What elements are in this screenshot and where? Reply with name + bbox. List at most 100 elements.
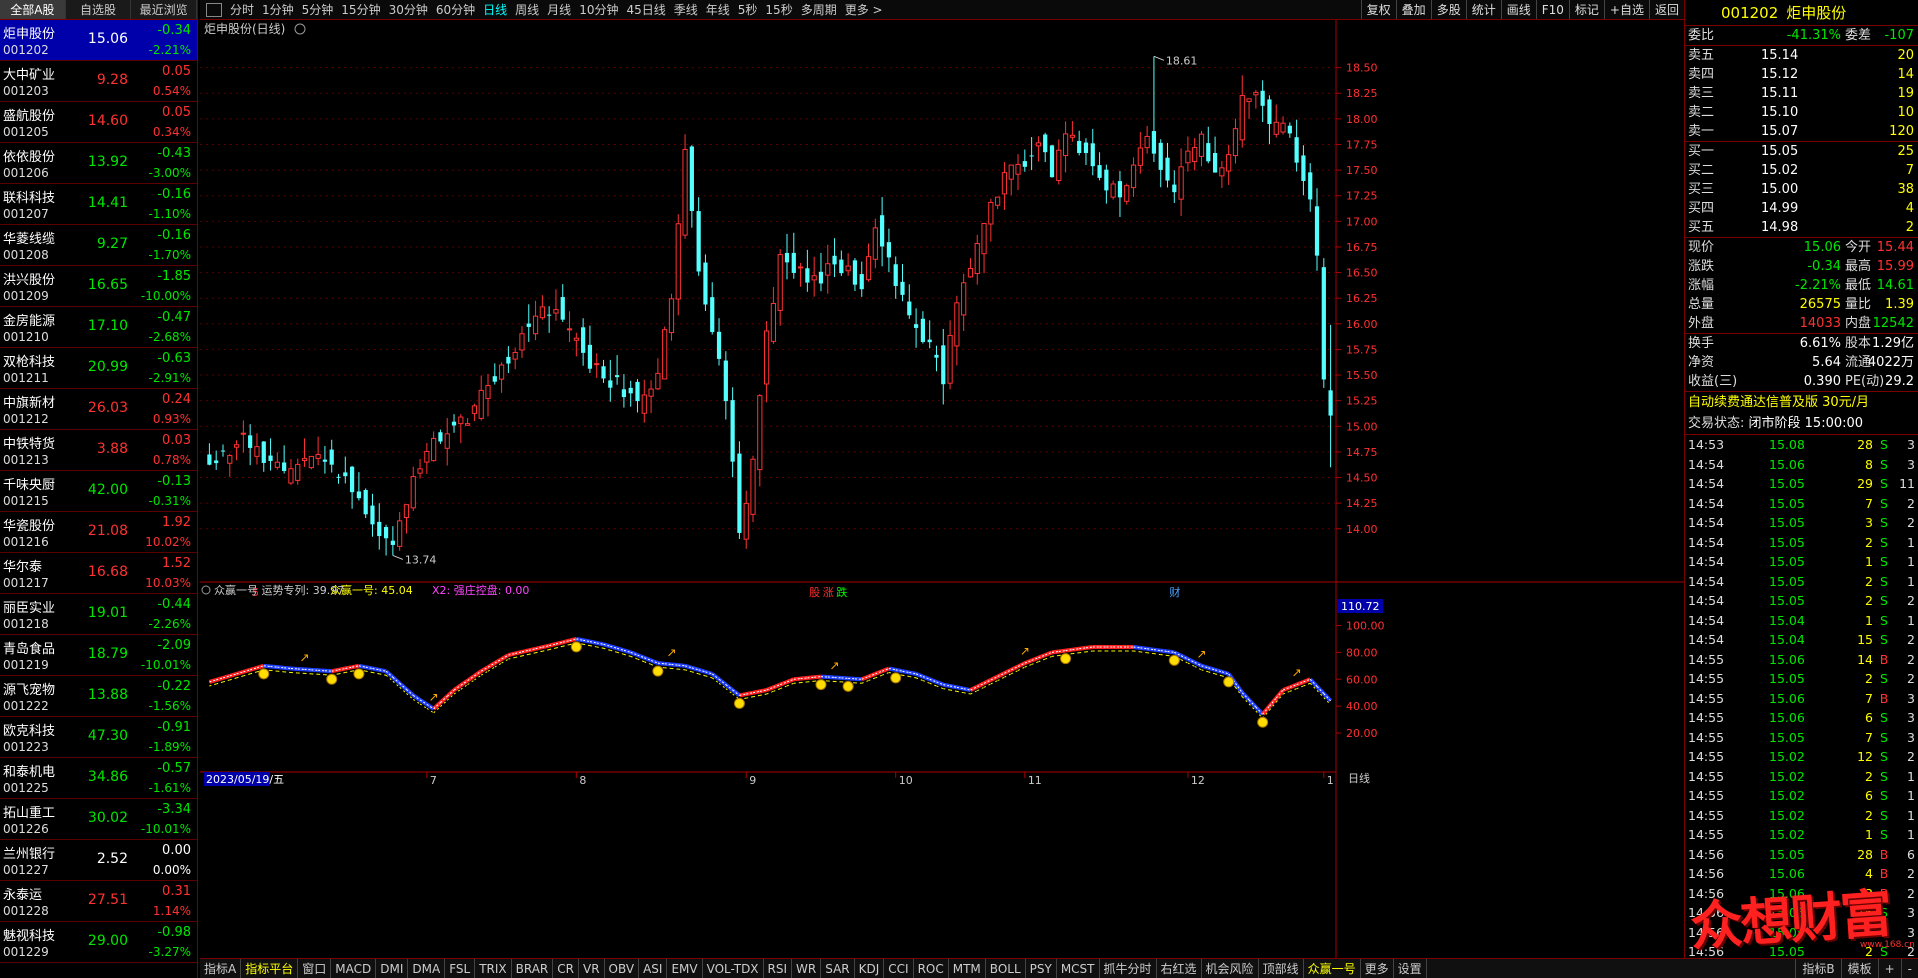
period-tab[interactable]: 更多 > [841,0,887,19]
stock-list-tab[interactable]: 全部A股 [0,0,66,19]
indicator-tab[interactable]: ASI [639,959,668,978]
tool-button[interactable]: 返回 [1648,0,1684,19]
indicator-tab[interactable]: 抓牛分时 [1100,959,1157,978]
tick-count: 1 [1907,534,1915,550]
period-tab[interactable]: 5分钟 [298,0,338,19]
indicator-tab[interactable]: DMI [376,959,409,978]
period-tab[interactable]: 45日线 [622,0,669,19]
indicator-tab[interactable]: MTM [949,959,986,978]
stock-row[interactable]: 洪兴股份 001209 16.65 -1.85 -10.00% [0,266,197,307]
stock-row[interactable]: 千味央厨 001215 42.00 -0.13 -0.31% [0,471,197,512]
stock-list-tab[interactable]: 最近浏览 [131,0,197,19]
indicator-tab[interactable]: FSL [445,959,476,978]
indicator-right-tab[interactable]: 模板 [1840,959,1878,978]
indicator-tab[interactable]: 更多 [1361,959,1394,978]
period-tab[interactable]: 分时 [226,0,258,19]
indicator-tab[interactable]: VR [579,959,605,978]
stock-pct: -1.89% [148,740,191,754]
kline-chart-area[interactable]: 18.50 18.25 18.00 17.75 17.50 17.25 17.00 16.75… [200,20,1684,958]
tool-button[interactable]: 复权 [1360,0,1396,19]
indicator-tab[interactable]: WR [792,959,822,978]
stock-row[interactable]: 盛航股份 001205 14.60 0.05 0.34% [0,102,197,143]
panel-toggle-button[interactable] [206,2,222,17]
kline-chart[interactable]: 18.50 18.25 18.00 17.75 17.50 17.25 17.00 16.75… [200,20,1684,958]
stock-change: -0.44 [157,597,191,612]
period-tab[interactable]: 15分钟 [337,0,384,19]
indicator-tab[interactable]: VOL-TDX [703,959,764,978]
indicator-tab[interactable]: 指标A [200,959,242,978]
stock-row[interactable]: 欧克科技 001223 47.30 -0.91 -1.89% [0,717,197,758]
indicator-tab[interactable]: DMA [408,959,446,978]
stock-row[interactable]: 兰州银行 001227 2.52 0.00 0.00% [0,840,197,881]
indicator-line-shadow [1079,651,1087,654]
indicator-right-tab[interactable]: - [1900,959,1918,978]
indicator-tab[interactable]: 众赢一号 [1304,959,1361,978]
stock-row[interactable]: 丽臣实业 001218 19.01 -0.44 -2.26% [0,594,197,635]
tool-button[interactable]: F10 [1535,0,1569,19]
indicator-tab[interactable]: CR [553,959,579,978]
stock-row[interactable]: 大中矿业 001203 9.28 0.05 0.54% [0,61,197,102]
stock-code: 001217 [3,576,49,590]
stock-row[interactable]: 源飞宠物 001222 13.88 -0.22 -1.56% [0,676,197,717]
subscription-banner[interactable]: 自动续费通达信普及版 30元/月 [1685,391,1918,413]
indicator-tab[interactable]: 窗口 [298,959,332,978]
stock-row[interactable]: 炬申股份 001202 15.06 -0.34 -2.21% [0,20,197,61]
period-tab[interactable]: 多周期 [797,0,841,19]
indicator-tab[interactable]: BOLL [986,959,1026,978]
indicator-tab[interactable]: RSI [764,959,793,978]
tool-button[interactable]: 统计 [1465,0,1501,19]
stock-row[interactable]: 魅视科技 001229 29.00 -0.98 -3.27% [0,922,197,963]
period-tab[interactable]: 年线 [702,0,734,19]
period-tab[interactable]: 10分钟 [575,0,622,19]
stock-row[interactable]: 和泰机电 001225 34.86 -0.57 -1.61% [0,758,197,799]
stock-row[interactable]: 中铁特货 001213 3.88 0.03 0.78% [0,430,197,471]
indicator-tab[interactable]: MACD [331,959,377,978]
period-tab[interactable]: 季线 [670,0,702,19]
indicator-right-tab[interactable]: 指标B [1795,959,1840,978]
indicator-tab[interactable]: CCI [884,959,914,978]
stock-row[interactable]: 华菱线缆 001208 9.27 -0.16 -1.70% [0,225,197,266]
indicator-tab[interactable]: PSY [1026,959,1057,978]
period-tab[interactable]: 日线 [479,0,511,19]
indicator-tab[interactable]: ROC [914,959,949,978]
tool-button[interactable]: 标记 [1568,0,1604,19]
stock-row[interactable]: 拓山重工 001226 30.02 -3.34 -10.01% [0,799,197,840]
indicator-tab[interactable]: TRIX [475,959,512,978]
stock-row[interactable]: 中旗新材 001212 26.03 0.24 0.93% [0,389,197,430]
stock-row[interactable]: 联科科技 001207 14.41 -0.16 -1.10% [0,184,197,225]
stock-row[interactable]: 青岛食品 001219 18.79 -2.09 -10.01% [0,635,197,676]
period-tab[interactable]: 30分钟 [385,0,432,19]
period-tab[interactable]: 15秒 [761,0,796,19]
stock-list-tab[interactable]: 自选股 [66,0,132,19]
stock-row[interactable]: 永泰运 001228 27.51 0.31 1.14% [0,881,197,922]
indicator-tab[interactable]: MCST [1057,959,1100,978]
indicator-tab[interactable]: 顶部线 [1259,959,1304,978]
period-tab[interactable]: 5秒 [734,0,762,19]
stock-row[interactable]: 双枪科技 001211 20.99 -0.63 -2.91% [0,348,197,389]
tool-button[interactable]: 叠加 [1395,0,1431,19]
period-tab[interactable]: 60分钟 [432,0,479,19]
indicator-tab[interactable]: 指标平台 [241,959,299,978]
date-axis-label: 8 [579,774,586,787]
stock-row[interactable]: 金房能源 001210 17.10 -0.47 -2.68% [0,307,197,348]
stock-pct: 0.78% [152,453,191,467]
period-tab[interactable]: 月线 [543,0,575,19]
tool-button[interactable]: 多股 [1430,0,1466,19]
indicator-tab[interactable]: KDJ [855,959,885,978]
tool-button[interactable]: +自选 [1603,0,1649,19]
indicator-tab[interactable]: EMV [667,959,703,978]
indicator-tab[interactable]: OBV [605,959,640,978]
indicator-tab[interactable]: 设置 [1394,959,1427,978]
period-tab[interactable]: 周线 [511,0,543,19]
indicator-tab[interactable]: BRAR [512,959,554,978]
candle-body-down [336,476,341,478]
stock-row[interactable]: 华尔泰 001217 16.68 1.52 10.03% [0,553,197,594]
indicator-tab[interactable]: 右红选 [1157,959,1202,978]
stock-row[interactable]: 依依股份 001206 13.92 -0.43 -3.00% [0,143,197,184]
tool-button[interactable]: 画线 [1500,0,1536,19]
stock-row[interactable]: 华瓷股份 001216 21.08 1.92 10.02% [0,512,197,553]
indicator-tab[interactable]: 机会风险 [1202,959,1259,978]
indicator-right-tab[interactable]: + [1877,959,1901,978]
period-tab[interactable]: 1分钟 [258,0,298,19]
indicator-tab[interactable]: SAR [821,959,855,978]
